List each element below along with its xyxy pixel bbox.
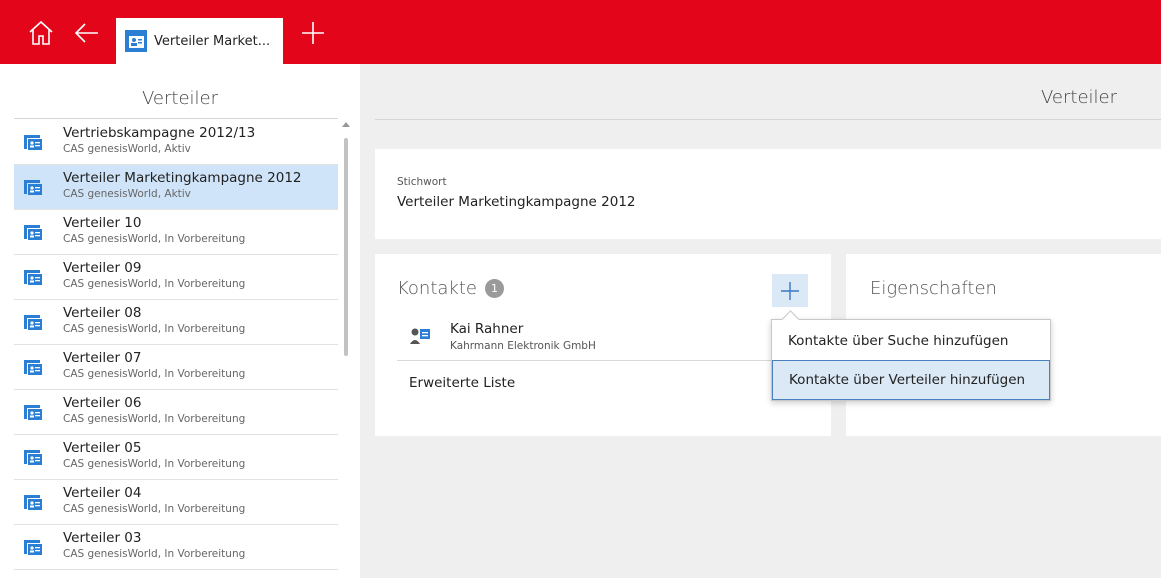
stichwort-label: Stichwort (397, 176, 447, 188)
stichwort-card: Stichwort Verteiler Marketingkampagne 20… (375, 149, 1161, 239)
scrollbar-thumb[interactable] (344, 138, 348, 356)
list-item[interactable]: Verteiler 06 CAS genesisWorld, In Vorbere… (14, 390, 338, 435)
distribution-list-icon (24, 135, 42, 151)
add-contacts-menu: Kontakte über Suche hinzufügen Kontakte … (771, 310, 1051, 401)
list-item-subtitle: CAS genesisWorld, Aktiv (63, 188, 191, 200)
list-item-subtitle: CAS genesisWorld, In Vorbereitung (63, 368, 246, 380)
kontakte-title: Kontakte (397, 278, 477, 299)
kontakte-card: Kontakte 1 Kai Rahner Kahrmann Elektroni… (375, 254, 831, 436)
list-item[interactable]: Verteiler 03 CAS genesisWorld, In Vorbere… (14, 525, 338, 570)
distribution-list-icon (24, 540, 42, 556)
list-item-title: Verteiler 05 (63, 440, 142, 456)
list-item-subtitle: CAS genesisWorld, Aktiv (63, 143, 191, 155)
list-item[interactable]: Verteiler 09 CAS genesisWorld, In Vorbere… (14, 255, 338, 300)
add-contact-button[interactable] (772, 274, 808, 307)
list-item[interactable]: Verteiler 07 CAS genesisWorld, In Vorbere… (14, 345, 338, 390)
list-item-subtitle: CAS genesisWorld, In Vorbereitung (63, 548, 246, 560)
list-item-title: Verteiler 06 (63, 395, 142, 411)
list-item-title: Verteiler 03 (63, 530, 142, 546)
list-item-title: Verteiler Marketingkampagne 2012 (63, 170, 302, 186)
tab-label: Verteiler Market... (154, 33, 271, 49)
stichwort-value[interactable]: Verteiler Marketingkampagne 2012 (397, 194, 636, 210)
list-item-title: Vertriebskampagne 2012/13 (63, 125, 256, 141)
list-item-subtitle: CAS genesisWorld, In Vorbereitung (63, 278, 246, 290)
divider (375, 119, 1161, 120)
distribution-list-icon (24, 405, 42, 421)
contact-name: Kai Rahner (450, 321, 524, 337)
menu-item-add-via-distribution-list[interactable]: Kontakte über Verteiler hinzufügen (772, 360, 1050, 400)
plus-icon[interactable] (300, 20, 326, 46)
main-title: Verteiler (1041, 87, 1117, 108)
list-item-title: Verteiler 10 (63, 215, 142, 231)
distribution-list-icon (24, 360, 42, 376)
list-item[interactable]: Verteiler Marketingkampagne 2012 CAS gene… (14, 165, 338, 210)
contact-card-icon (409, 325, 431, 347)
list-item[interactable]: Verteiler 08 CAS genesisWorld, In Vorbere… (14, 300, 338, 345)
list-item-title: Verteiler 08 (63, 305, 142, 321)
distribution-list-icon (24, 495, 42, 511)
left-panel: Verteiler Vertriebskampagne 2012/13 CAS g… (0, 64, 360, 578)
contact-company: Kahrmann Elektronik GmbH (450, 340, 596, 352)
list-item-subtitle: CAS genesisWorld, In Vorbereitung (63, 413, 246, 425)
distribution-list-icon (124, 29, 148, 53)
scroll-up-icon[interactable] (342, 122, 350, 127)
extended-list-link[interactable]: Erweiterte Liste (409, 375, 515, 391)
list-item-subtitle: CAS genesisWorld, In Vorbereitung (63, 233, 246, 245)
distribution-list-icon (24, 450, 42, 466)
list-item-title: Verteiler 07 (63, 350, 142, 366)
divider (14, 118, 338, 119)
list-item-title: Verteiler 04 (63, 485, 142, 501)
distribution-list-icon (24, 225, 42, 241)
contact-count-badge: 1 (485, 279, 504, 298)
list-item-title: Verteiler 09 (63, 260, 142, 276)
menu-item-add-via-search[interactable]: Kontakte über Suche hinzufügen (772, 322, 1050, 360)
distribution-list: Vertriebskampagne 2012/13 CAS genesisWorl… (14, 120, 338, 570)
list-item[interactable]: Vertriebskampagne 2012/13 CAS genesisWorl… (14, 120, 338, 165)
list-item-subtitle: CAS genesisWorld, In Vorbereitung (63, 323, 246, 335)
list-item-subtitle: CAS genesisWorld, In Vorbereitung (63, 458, 246, 470)
plus-icon (781, 281, 799, 300)
distribution-list-icon (24, 180, 42, 196)
top-bar: Verteiler Market... (0, 0, 1161, 64)
distribution-list-icon (24, 270, 42, 286)
contact-row[interactable]: Kai Rahner Kahrmann Elektronik GmbH (397, 314, 817, 361)
list-item-subtitle: CAS genesisWorld, In Vorbereitung (63, 503, 246, 515)
arrow-left-icon[interactable] (74, 20, 100, 46)
distribution-list-icon (24, 315, 42, 331)
list-item[interactable]: Verteiler 05 CAS genesisWorld, In Vorbere… (14, 435, 338, 480)
left-panel-title: Verteiler (142, 88, 218, 109)
list-item[interactable]: Verteiler 04 CAS genesisWorld, In Vorbere… (14, 480, 338, 525)
eigenschaften-title: Eigenschaften (870, 278, 997, 299)
home-icon[interactable] (28, 20, 54, 46)
tab-verteiler-marketing[interactable]: Verteiler Market... (116, 18, 283, 64)
list-item[interactable]: Verteiler 10 CAS genesisWorld, In Vorbere… (14, 210, 338, 255)
